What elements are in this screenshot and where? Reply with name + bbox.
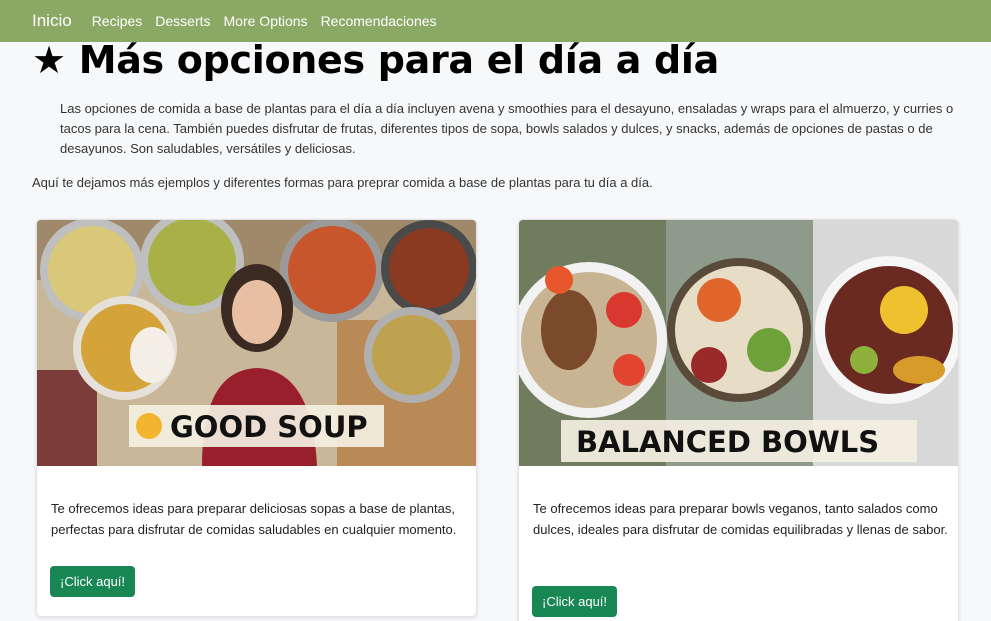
- balanced-bowls-illustration: BALANCED BOWLS: [519, 220, 958, 466]
- good-soup-image: GOOD SOUP: [37, 220, 476, 466]
- good-soup-banner-text: GOOD SOUP: [170, 410, 368, 444]
- card-good-soup: GOOD SOUP Te ofrecemos ideas para prepar…: [36, 219, 477, 617]
- nav-link-desserts[interactable]: Desserts: [155, 13, 210, 29]
- page-title: ★ Más opciones para el día a día: [32, 38, 719, 82]
- top-navbar: Inicio Recipes Desserts More Options Rec…: [0, 0, 991, 42]
- good-soup-click-button[interactable]: ¡Click aquí!: [50, 566, 136, 597]
- balanced-bowls-banner-text: BALANCED BOWLS: [576, 425, 879, 459]
- nav-link-recomendaciones[interactable]: Recomendaciones: [321, 13, 437, 29]
- lead-paragraph: Aquí te dejamos más ejemplos y diferente…: [32, 175, 653, 190]
- good-soup-illustration: GOOD SOUP: [37, 220, 476, 466]
- nav-link-more-options[interactable]: More Options: [224, 13, 308, 29]
- balanced-bowls-click-button[interactable]: ¡Click aquí!: [532, 586, 618, 617]
- balanced-bowls-image: BALANCED BOWLS: [519, 220, 958, 466]
- nav-brand-inicio[interactable]: Inicio: [32, 11, 72, 31]
- good-soup-description: Te ofrecemos ideas para preparar delicio…: [51, 501, 457, 537]
- intro-paragraph: Las opciones de comida a base de plantas…: [60, 101, 954, 156]
- card-balanced-bowls: BALANCED BOWLS Te ofrecemos ideas para p…: [518, 219, 959, 621]
- nav-link-recipes[interactable]: Recipes: [92, 13, 143, 29]
- balanced-bowls-description: Te ofrecemos ideas para preparar bowls v…: [533, 501, 948, 537]
- ok-hand-icon: [136, 413, 162, 439]
